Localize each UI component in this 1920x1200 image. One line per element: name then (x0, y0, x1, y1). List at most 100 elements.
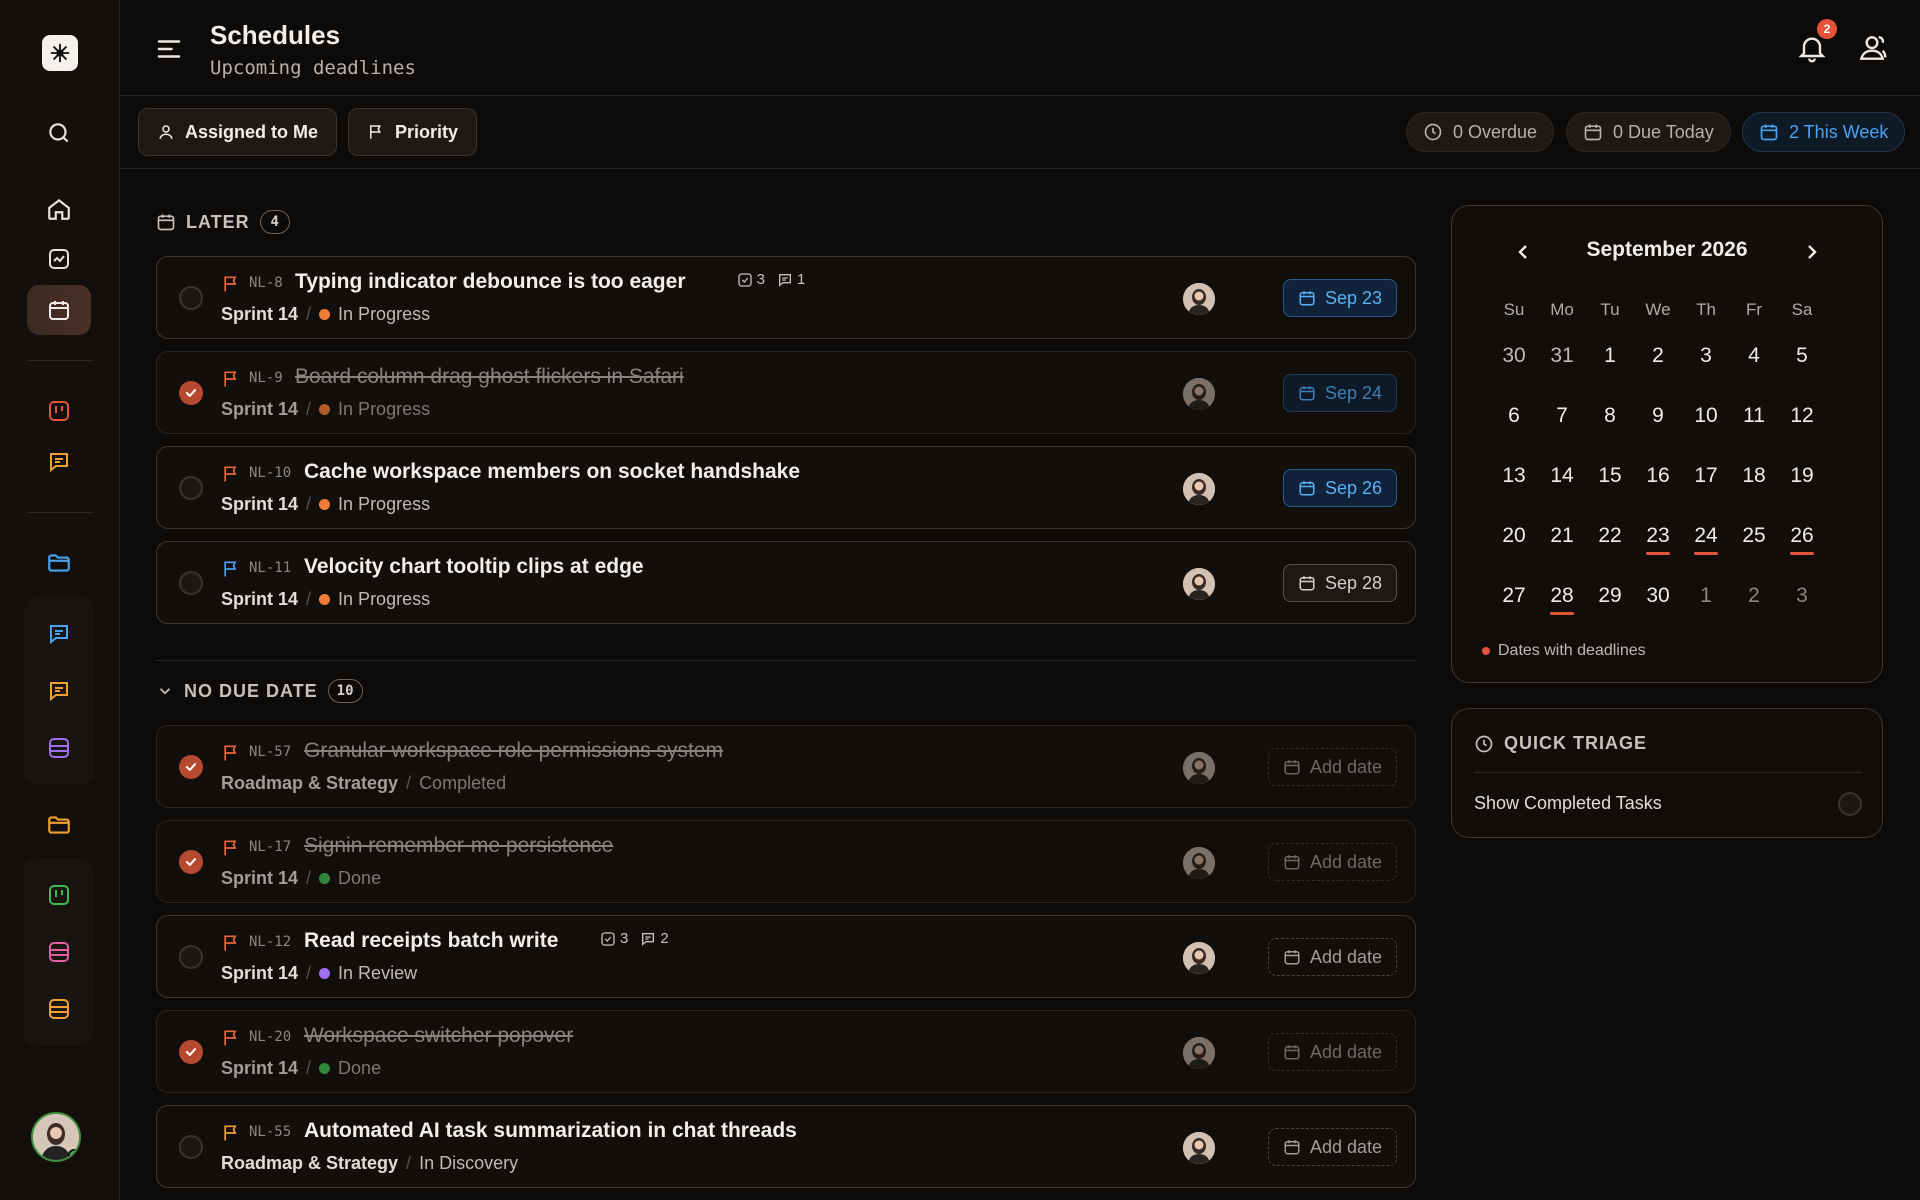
calendar-day[interactable]: 22 (1586, 510, 1634, 570)
calendar-day[interactable]: 4 (1730, 330, 1778, 390)
overdue-stat[interactable]: 0 Overdue (1406, 112, 1555, 152)
task-row[interactable]: NL-12 Read receipts batch write 3 2 Sprint 1… (156, 915, 1416, 998)
task-title[interactable]: Typing indicator debounce is too eager (295, 270, 686, 294)
calendar-day[interactable]: 26 (1778, 510, 1826, 570)
calendar-day[interactable]: 30 (1490, 330, 1538, 390)
nav-chat-orange-2[interactable] (27, 666, 91, 716)
task-checkbox[interactable] (179, 381, 203, 405)
calendar-day[interactable]: 3 (1778, 570, 1826, 630)
app-logo[interactable] (42, 35, 78, 71)
calendar-day[interactable]: 25 (1730, 510, 1778, 570)
task-checkbox[interactable] (179, 286, 203, 310)
no-due-date-section-header[interactable]: NO DUE DATE 10 (156, 679, 363, 703)
assignee-avatar[interactable] (1183, 752, 1215, 784)
calendar-day[interactable]: 20 (1490, 510, 1538, 570)
task-row[interactable]: NL-20 Workspace switcher popover Sprint 14… (156, 1010, 1416, 1093)
calendar-day[interactable]: 30 (1634, 570, 1682, 630)
show-completed-toggle[interactable] (1838, 792, 1862, 816)
add-date-button[interactable]: Add date (1267, 1128, 1397, 1166)
task-checkbox[interactable] (179, 1135, 203, 1159)
task-title[interactable]: Workspace switcher popover (304, 1024, 573, 1048)
calendar-day[interactable]: 21 (1538, 510, 1586, 570)
calendar-day[interactable]: 8 (1586, 390, 1634, 450)
calendar-day[interactable]: 1 (1586, 330, 1634, 390)
nav-schedules[interactable] (27, 285, 91, 335)
calendar-day[interactable]: 29 (1586, 570, 1634, 630)
calendar-day[interactable]: 5 (1778, 330, 1826, 390)
task-row[interactable]: NL-55 Automated AI task summarization in … (156, 1105, 1416, 1188)
calendar-day[interactable]: 15 (1586, 450, 1634, 510)
calendar-day[interactable]: 2 (1634, 330, 1682, 390)
assignee-avatar[interactable] (1183, 378, 1215, 410)
this-week-stat[interactable]: 2 This Week (1742, 112, 1906, 152)
nav-folder-blue[interactable] (27, 538, 91, 588)
calendar-day[interactable]: 2 (1730, 570, 1778, 630)
add-date-button[interactable]: Add date (1267, 843, 1397, 881)
calendar-day[interactable]: 1 (1682, 570, 1730, 630)
nav-database-purple[interactable] (27, 723, 91, 773)
nav-home[interactable] (27, 184, 91, 234)
nav-folder-orange[interactable] (27, 800, 91, 850)
calendar-day[interactable]: 31 (1538, 330, 1586, 390)
assigned-to-me-filter[interactable]: Assigned to Me (138, 108, 338, 156)
nav-chat-blue[interactable] (27, 609, 91, 659)
team-button[interactable] (1856, 32, 1888, 64)
task-row[interactable]: NL-8 Typing indicator debounce is too eag… (156, 256, 1416, 339)
calendar-day[interactable]: 7 (1538, 390, 1586, 450)
calendar-day[interactable]: 17 (1682, 450, 1730, 510)
calendar-day[interactable]: 24 (1682, 510, 1730, 570)
nav-database-pink[interactable] (27, 927, 91, 977)
assignee-avatar[interactable] (1183, 568, 1215, 600)
calendar-day[interactable]: 12 (1778, 390, 1826, 450)
next-month-button[interactable] (1800, 240, 1824, 264)
due-date-chip[interactable]: Sep 26 (1282, 469, 1397, 507)
calendar-day[interactable]: 11 (1730, 390, 1778, 450)
nav-database-orange[interactable] (27, 984, 91, 1034)
due-date-chip[interactable]: Sep 24 (1282, 374, 1397, 412)
assignee-avatar[interactable] (1183, 473, 1215, 505)
task-title[interactable]: Signin remember-me persistence (304, 834, 613, 858)
calendar-day[interactable]: 23 (1634, 510, 1682, 570)
assignee-avatar[interactable] (1183, 847, 1215, 879)
calendar-day[interactable]: 10 (1682, 390, 1730, 450)
add-date-button[interactable]: Add date (1267, 748, 1397, 786)
later-section-header[interactable]: LATER 4 (156, 210, 290, 234)
user-avatar[interactable] (31, 1112, 81, 1162)
task-title[interactable]: Velocity chart tooltip clips at edge (304, 555, 644, 579)
task-title[interactable]: Read receipts batch write (304, 929, 558, 953)
task-row[interactable]: NL-9 Board column drag ghost flickers in … (156, 351, 1416, 434)
calendar-day[interactable]: 9 (1634, 390, 1682, 450)
task-checkbox[interactable] (179, 755, 203, 779)
due-today-stat[interactable]: 0 Due Today (1566, 112, 1731, 152)
task-title[interactable]: Granular workspace role permissions syst… (304, 739, 723, 763)
task-row[interactable]: NL-57 Granular workspace role permissions… (156, 725, 1416, 808)
task-title[interactable]: Board column drag ghost flickers in Safa… (295, 365, 684, 389)
nav-analytics[interactable] (27, 234, 91, 284)
calendar-day[interactable]: 14 (1538, 450, 1586, 510)
task-row[interactable]: NL-17 Signin remember-me persistence Sprin… (156, 820, 1416, 903)
task-row[interactable]: NL-10 Cache workspace members on socket h… (156, 446, 1416, 529)
calendar-day[interactable]: 27 (1490, 570, 1538, 630)
assignee-avatar[interactable] (1183, 1132, 1215, 1164)
add-date-button[interactable]: Add date (1267, 938, 1397, 976)
nav-board-green[interactable] (27, 870, 91, 920)
assignee-avatar[interactable] (1183, 283, 1215, 315)
calendar-day[interactable]: 16 (1634, 450, 1682, 510)
task-checkbox[interactable] (179, 571, 203, 595)
due-date-chip[interactable]: Sep 23 (1282, 279, 1397, 317)
search-button[interactable] (27, 108, 91, 158)
task-checkbox[interactable] (179, 850, 203, 874)
calendar-day[interactable]: 19 (1778, 450, 1826, 510)
task-title[interactable]: Cache workspace members on socket handsh… (304, 460, 800, 484)
assignee-avatar[interactable] (1183, 1037, 1215, 1069)
nav-board-red[interactable] (27, 386, 91, 436)
calendar-day[interactable]: 6 (1490, 390, 1538, 450)
task-title[interactable]: Automated AI task summarization in chat … (304, 1119, 797, 1143)
task-checkbox[interactable] (179, 476, 203, 500)
task-checkbox[interactable] (179, 1040, 203, 1064)
priority-filter[interactable]: Priority (348, 108, 478, 156)
task-checkbox[interactable] (179, 945, 203, 969)
add-date-button[interactable]: Add date (1267, 1033, 1397, 1071)
nav-chat-orange[interactable] (27, 437, 91, 487)
due-date-chip[interactable]: Sep 28 (1282, 564, 1397, 602)
